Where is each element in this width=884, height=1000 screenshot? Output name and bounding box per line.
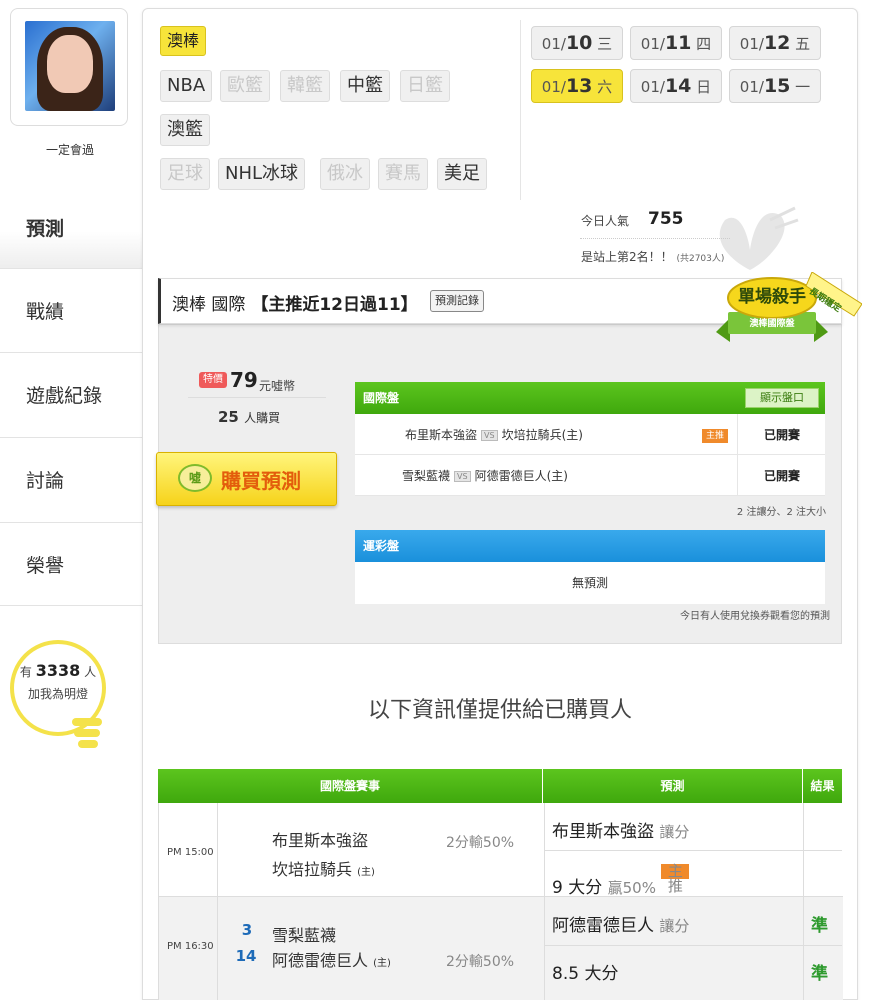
- game-teams: 布里斯本強盜 VS 坎培拉騎兵(主): [405, 428, 583, 442]
- sidebar: 一定會過 預測 戰績 遊戲紀錄 討論 榮譽 有 3338 人 加我為明燈: [0, 0, 142, 1000]
- fans-count-text[interactable]: 有 3338 人: [10, 661, 106, 680]
- game-status: 已開賽: [763, 428, 800, 442]
- match-time: PM 15:00: [167, 847, 214, 858]
- date-button-selected[interactable]: 01/13 六: [531, 69, 623, 103]
- badge-subtitle: 澳棒國際盤: [749, 319, 795, 329]
- category-american-football[interactable]: 美足: [437, 158, 487, 190]
- main-pick-tag: 主推: [661, 864, 690, 894]
- odds-line: 2分輸50%: [446, 835, 515, 851]
- result-hit: 準: [811, 964, 828, 984]
- price-unit: 元噓幣: [259, 379, 296, 393]
- category-russia-hockey: 俄冰: [320, 158, 370, 190]
- bet-count-note: 2 注讓分、2 注大小: [736, 507, 826, 518]
- category-nhl[interactable]: NHL冰球: [218, 158, 306, 190]
- col-header-match: 國際盤賽事: [158, 769, 543, 803]
- home-score: 14: [235, 947, 257, 965]
- table-row: PM 15:00 布里斯本強盜 坎培拉騎兵 (主) 2分輸50% 布里斯本強盜 …: [159, 803, 843, 898]
- lottery-odds-header: 運彩盤: [355, 530, 825, 562]
- buyers-only-notice: 以下資訊僅提供給已購買人: [367, 698, 632, 723]
- category-euro-basketball: 歐籃: [220, 70, 270, 102]
- date-button[interactable]: 01/12 五: [729, 26, 821, 60]
- popularity-value: 755: [648, 209, 684, 229]
- away-team: 布里斯本強盜: [272, 831, 369, 850]
- result-hit: 準: [811, 916, 828, 936]
- home-team: 阿德雷德巨人 (主): [272, 951, 391, 970]
- popularity-label: 今日人氣: [581, 214, 630, 228]
- fans-count: 3338: [35, 661, 81, 680]
- recommendation-title: 澳棒 國際 【主推近12日過11】: [172, 295, 418, 315]
- date-button[interactable]: 01/14 日: [630, 69, 722, 103]
- category-korea-basketball: 韓籃: [280, 70, 330, 102]
- sidebar-item-record[interactable]: 戰績: [0, 268, 142, 352]
- category-cba[interactable]: 中籃: [340, 70, 390, 102]
- category-soccer: 足球: [160, 158, 210, 190]
- sale-tag: 特價: [199, 372, 227, 388]
- home-team: 坎培拉騎兵 (主): [272, 860, 375, 879]
- prediction-pick: 9 大分 贏50% 主推: [552, 864, 690, 898]
- match-time: PM 16:30: [167, 941, 214, 952]
- date-button[interactable]: 01/11 四: [630, 26, 722, 60]
- away-team: 雪梨藍襪: [272, 926, 337, 945]
- rank-text: 是站上第2名！！ (共2703人): [581, 250, 725, 264]
- odds-line: 2分輸50%: [446, 954, 515, 970]
- coin-icon[interactable]: 噓: [178, 464, 212, 492]
- prediction-pick: 8.5 大分: [552, 964, 619, 984]
- sidebar-item-predict[interactable]: 預測: [0, 183, 142, 271]
- buyers-count: 25 人購買: [218, 408, 281, 426]
- table-row: 雪梨藍襪 VS 阿德雷德巨人(主) 已開賽: [355, 455, 825, 496]
- category-aus-basketball[interactable]: 澳籃: [160, 114, 210, 146]
- category-horse-racing: 賽馬: [378, 158, 428, 190]
- game-teams: 雪梨藍襪 VS 阿德雷德巨人(主): [402, 469, 568, 483]
- prediction-pick: 布里斯本強盜 讓分: [552, 822, 690, 842]
- divider: [188, 397, 326, 398]
- results-table-header: 國際盤賽事 預測 結果: [158, 769, 842, 803]
- avatar[interactable]: [25, 21, 115, 111]
- butterfly-icon: [719, 206, 799, 270]
- date-button[interactable]: 01/15 一: [729, 69, 821, 103]
- price: 79: [230, 368, 258, 392]
- results-table: PM 15:00 布里斯本強盜 坎培拉騎兵 (主) 2分輸50% 布里斯本強盜 …: [158, 803, 843, 1000]
- show-odds-button[interactable]: 顯示盤口: [745, 388, 819, 408]
- divider: [580, 238, 730, 239]
- follow-cta[interactable]: 加我為明燈: [10, 685, 106, 702]
- sidebar-item-honor[interactable]: 榮譽: [0, 522, 142, 606]
- category-selected[interactable]: 澳棒: [160, 26, 207, 56]
- lightbulb-base-icon: [72, 718, 102, 748]
- avatar-frame[interactable]: [10, 8, 128, 126]
- away-score: 3: [241, 921, 253, 939]
- col-header-result: 結果: [810, 779, 835, 793]
- table-row: PM 16:30 3 14 雪梨藍襪 阿德雷德巨人 (主) 2分輸50% 阿德雷…: [159, 897, 843, 1000]
- main-pick-tag: 主推: [702, 429, 728, 443]
- divider: [520, 20, 521, 200]
- game-status: 已開賽: [763, 469, 800, 483]
- sidebar-item-game-log[interactable]: 遊戲紀錄: [0, 352, 142, 436]
- username[interactable]: 一定會過: [0, 141, 140, 158]
- killer-badge: 單場殺手 澳棒國際盤 長期穩定: [716, 271, 863, 356]
- category-japan-basketball: 日籃: [400, 70, 450, 102]
- lottery-no-prediction: 無預測: [355, 562, 825, 604]
- prediction-record-button[interactable]: 預測記錄: [430, 290, 484, 312]
- col-header-prediction: 預測: [543, 769, 803, 803]
- date-button[interactable]: 01/10 三: [531, 26, 623, 60]
- prediction-pick: 阿德雷德巨人 讓分: [552, 916, 690, 936]
- table-row: 布里斯本強盜 VS 坎培拉騎兵(主) 主推 已開賽: [355, 414, 825, 455]
- voucher-note: 今日有人使用兌換券觀看您的預測: [680, 611, 830, 622]
- category-nba[interactable]: NBA: [160, 70, 213, 102]
- buy-prediction-label[interactable]: 購買預測: [221, 465, 301, 494]
- sidebar-item-discuss[interactable]: 討論: [0, 437, 142, 521]
